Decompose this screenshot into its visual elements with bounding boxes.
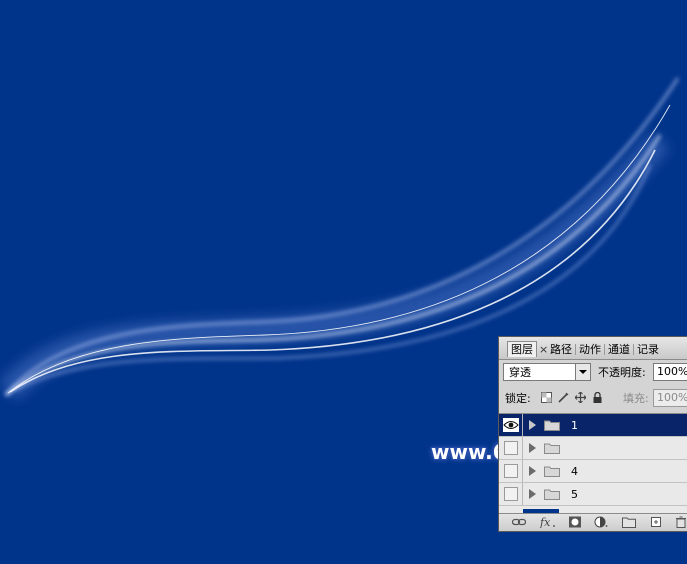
tab-layers[interactable]: 图层 bbox=[507, 341, 537, 357]
panel-tab-bar: 图层 × 路径 动作 通道 记录 bbox=[499, 337, 687, 360]
expand-triangle-icon[interactable] bbox=[529, 443, 536, 453]
visibility-toggle[interactable] bbox=[499, 414, 523, 436]
layer-row[interactable]: 5 bbox=[499, 483, 687, 506]
link-layers-icon[interactable] bbox=[512, 516, 526, 528]
layer-mask-icon[interactable] bbox=[568, 516, 582, 528]
tab-channels[interactable]: 通道 bbox=[608, 342, 630, 357]
visibility-box[interactable] bbox=[504, 464, 518, 478]
visibility-box[interactable] bbox=[504, 441, 518, 455]
folder-icon bbox=[544, 420, 560, 431]
chevron-down-icon[interactable] bbox=[575, 364, 590, 380]
visibility-toggle[interactable] bbox=[499, 437, 523, 459]
tab-actions[interactable]: 动作 bbox=[579, 342, 601, 357]
folder-icon bbox=[544, 489, 560, 500]
lock-transparent-pixels-icon[interactable] bbox=[541, 392, 552, 403]
lock-label: 锁定: bbox=[505, 392, 531, 405]
blend-mode-select[interactable]: 穿透 bbox=[503, 363, 591, 381]
opacity-input[interactable]: 100% bbox=[653, 363, 687, 381]
tab-paths[interactable]: 路径 bbox=[550, 342, 572, 357]
lock-image-pixels-icon[interactable] bbox=[558, 392, 569, 403]
expand-triangle-icon[interactable] bbox=[529, 466, 536, 476]
layer-name: 5 bbox=[571, 488, 578, 501]
new-layer-icon[interactable] bbox=[649, 516, 663, 528]
expand-triangle-icon[interactable] bbox=[529, 420, 536, 430]
eye-icon[interactable] bbox=[503, 418, 519, 432]
close-icon[interactable]: × bbox=[539, 342, 548, 357]
fill-input[interactable]: 100% bbox=[653, 389, 687, 407]
folder-icon bbox=[544, 466, 560, 477]
blend-opacity-row: 穿透 不透明度: 100% bbox=[499, 361, 687, 385]
layer-name: 1 bbox=[571, 419, 578, 432]
layer-style-fx-icon[interactable]: fx bbox=[539, 516, 557, 528]
tab-separator bbox=[633, 344, 634, 355]
svg-text:fx: fx bbox=[539, 516, 551, 528]
opacity-label: 不透明度: bbox=[598, 366, 646, 379]
layer-row[interactable] bbox=[499, 437, 687, 460]
layer-row[interactable]: 4 bbox=[499, 460, 687, 483]
layer-row[interactable]: 1 bbox=[499, 414, 687, 437]
trash-icon[interactable] bbox=[674, 516, 687, 528]
lock-position-icon[interactable] bbox=[575, 392, 586, 403]
visibility-toggle[interactable] bbox=[499, 483, 523, 505]
visibility-toggle[interactable] bbox=[499, 460, 523, 482]
tab-separator bbox=[575, 344, 576, 355]
adjustment-layer-icon[interactable] bbox=[594, 516, 608, 528]
visibility-box[interactable] bbox=[504, 487, 518, 501]
panel-bottom-toolbar: fx bbox=[499, 513, 687, 531]
tab-history[interactable]: 记录 bbox=[637, 342, 659, 357]
lock-fill-row: 锁定: 填充: 100% bbox=[499, 387, 687, 411]
lock-all-icon[interactable] bbox=[592, 392, 603, 403]
blend-mode-value: 穿透 bbox=[509, 366, 531, 379]
layer-name: 4 bbox=[571, 465, 578, 478]
new-group-folder-icon[interactable] bbox=[622, 516, 636, 528]
tab-separator bbox=[604, 344, 605, 355]
folder-icon bbox=[544, 443, 560, 454]
expand-triangle-icon[interactable] bbox=[529, 489, 536, 499]
layers-list: 1 4 5 bbox=[499, 413, 687, 516]
layers-panel: 图层 × 路径 动作 通道 记录 穿透 不透明度: 100% 锁定: 填充: 1… bbox=[498, 336, 687, 532]
fill-label: 填充: bbox=[623, 392, 649, 405]
